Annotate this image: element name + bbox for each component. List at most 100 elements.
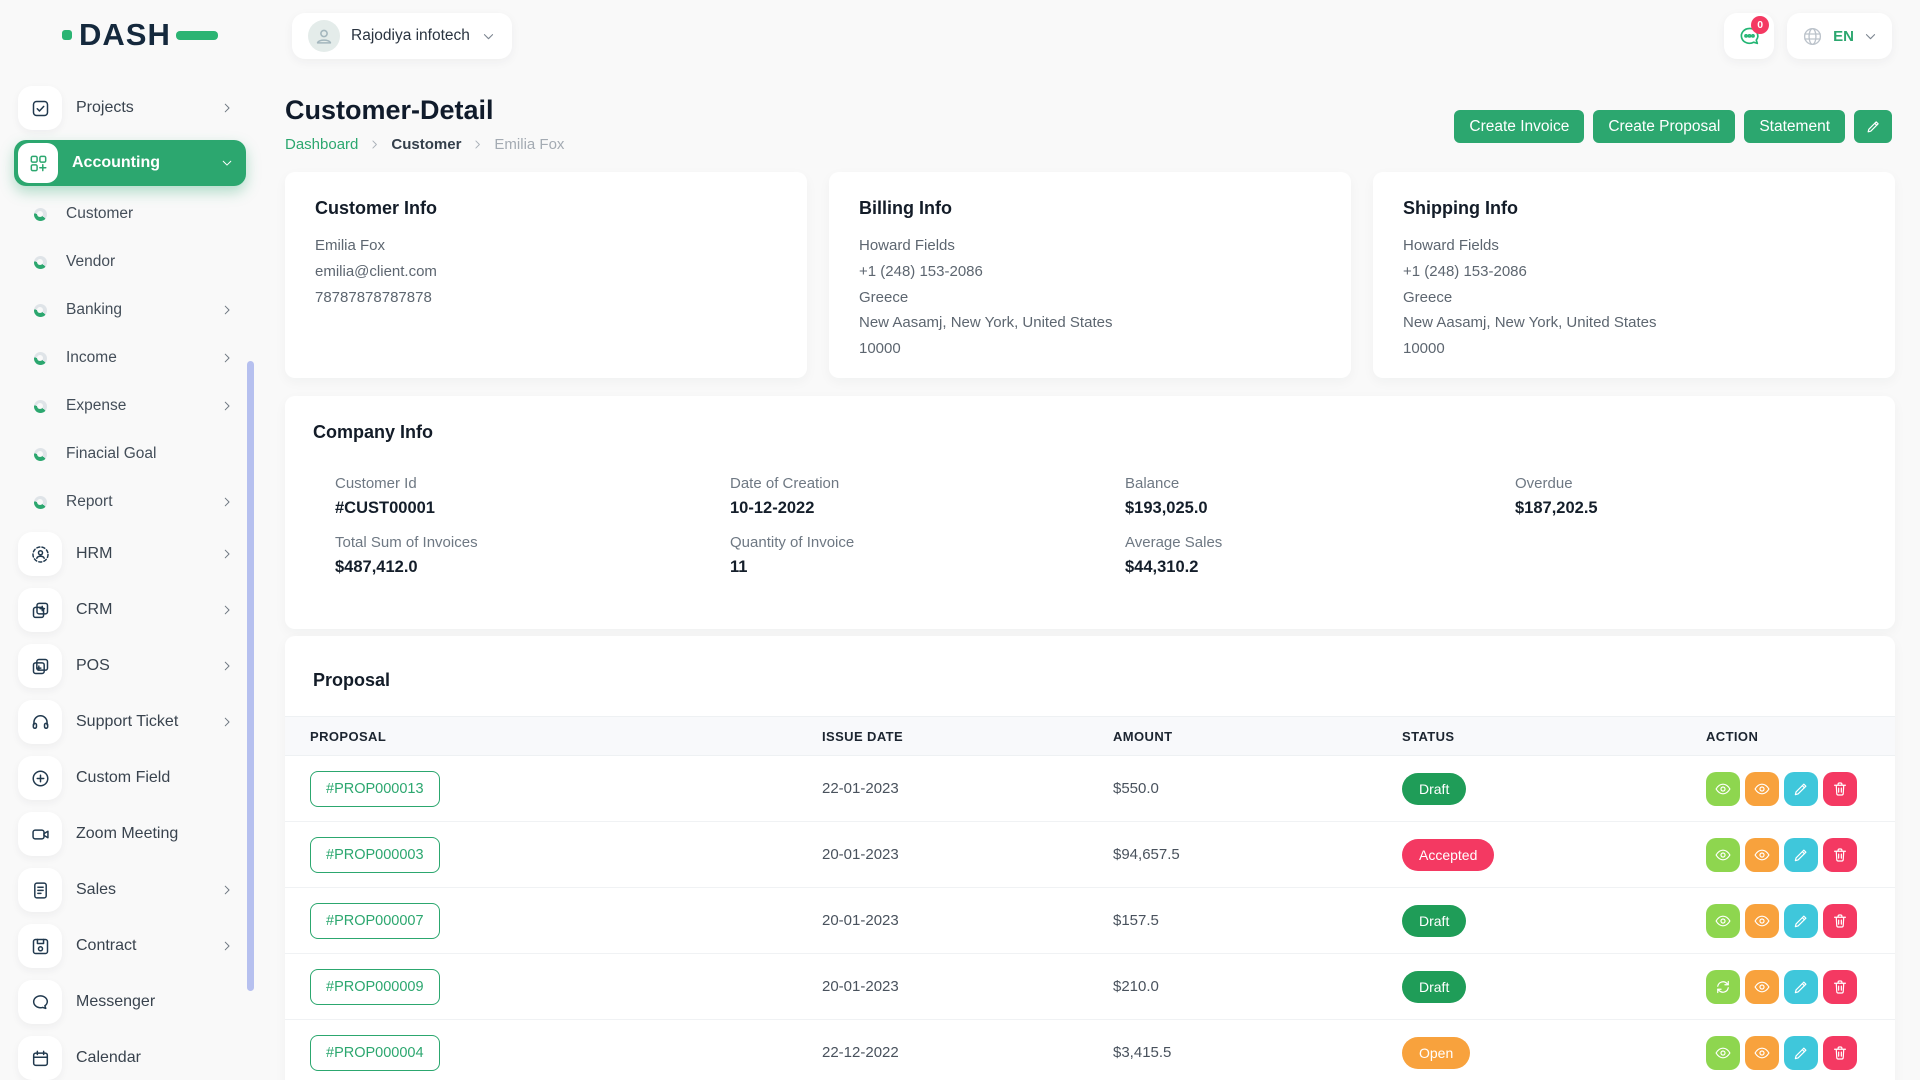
- preview-button[interactable]: [1745, 970, 1779, 1004]
- plus-circle-icon: [18, 756, 62, 800]
- sidebar-subitem-expense[interactable]: Expense: [14, 386, 246, 426]
- sidebar-subitem-vendor[interactable]: Vendor: [14, 242, 246, 282]
- sidebar-item-messenger[interactable]: Messenger: [14, 978, 246, 1026]
- delete-button[interactable]: [1823, 970, 1857, 1004]
- delete-button[interactable]: [1823, 838, 1857, 872]
- checkbox-icon: [18, 86, 62, 130]
- bullet-icon: [18, 496, 62, 509]
- chevron-right-icon: [220, 495, 234, 509]
- view-button[interactable]: [1706, 772, 1740, 806]
- chevron-right-icon: [368, 138, 381, 151]
- sidebar-item-hrm[interactable]: HRM: [14, 530, 246, 578]
- col-amount: AMOUNT: [1113, 729, 1402, 744]
- page-title: Customer-Detail: [285, 95, 494, 126]
- sidebar-item-zoom-meeting[interactable]: Zoom Meeting: [14, 810, 246, 858]
- create-proposal-button[interactable]: Create Proposal: [1593, 110, 1735, 143]
- sidebar-item-pos[interactable]: POS: [14, 642, 246, 690]
- bullet-icon: [18, 304, 62, 317]
- bullet-icon: [18, 256, 62, 269]
- breadcrumb: Dashboard Customer Emilia Fox: [285, 136, 564, 153]
- preview-button[interactable]: [1745, 838, 1779, 872]
- amount: $94,657.5: [1113, 846, 1402, 863]
- sidebar-scrollbar[interactable]: [247, 361, 254, 991]
- logo-text: DASH: [79, 17, 171, 53]
- delete-button[interactable]: [1823, 904, 1857, 938]
- shipping-info-card: Shipping Info Howard Fields +1 (248) 153…: [1373, 172, 1895, 378]
- sidebar-item-label: HRM: [76, 545, 112, 563]
- edit-button[interactable]: [1784, 772, 1818, 806]
- company-selector[interactable]: Rajodiya infotech: [292, 13, 512, 59]
- edit-button[interactable]: [1784, 1036, 1818, 1070]
- edit-button[interactable]: [1784, 904, 1818, 938]
- sidebar-subitem-income[interactable]: Income: [14, 338, 246, 378]
- eye-icon: [1753, 846, 1771, 864]
- sidebar-item-projects[interactable]: Projects: [14, 84, 246, 132]
- bullet-icon: [18, 448, 62, 461]
- field-balance: Balance $193,025.0: [1125, 475, 1515, 518]
- proposal-link[interactable]: #PROP000004: [310, 1035, 440, 1071]
- breadcrumb-customer[interactable]: Customer: [391, 136, 461, 153]
- sidebar-subitem-label: Vendor: [66, 253, 115, 271]
- edit-button[interactable]: [1784, 838, 1818, 872]
- breadcrumb-current: Emilia Fox: [494, 136, 564, 153]
- eye-icon: [1714, 1044, 1732, 1062]
- sidebar-item-label: Contract: [76, 937, 136, 955]
- edit-customer-button[interactable]: [1854, 110, 1892, 143]
- sidebar-subitem-report[interactable]: Report: [14, 482, 246, 522]
- preview-button[interactable]: [1745, 1036, 1779, 1070]
- proposal-link[interactable]: #PROP000009: [310, 969, 440, 1005]
- issue-date: 22-01-2023: [822, 780, 1113, 797]
- create-invoice-button[interactable]: Create Invoice: [1454, 110, 1584, 143]
- sidebar-item-contract[interactable]: Contract: [14, 922, 246, 970]
- sidebar-subitem-finacial-goal[interactable]: Finacial Goal: [14, 434, 246, 474]
- table-row: #PROP000013 22-01-2023 $550.0 Draft: [285, 756, 1895, 822]
- proposal-link[interactable]: #PROP000007: [310, 903, 440, 939]
- preview-button[interactable]: [1745, 772, 1779, 806]
- delete-button[interactable]: [1823, 1036, 1857, 1070]
- chevron-right-icon: [220, 603, 234, 617]
- convert-button[interactable]: [1706, 970, 1740, 1004]
- sidebar-subitem-banking[interactable]: Banking: [14, 290, 246, 330]
- trash-icon: [1831, 780, 1849, 798]
- statement-button[interactable]: Statement: [1744, 110, 1845, 143]
- pencil-icon: [1865, 118, 1882, 135]
- sidebar-item-crm[interactable]: CRM: [14, 586, 246, 634]
- notifications-button[interactable]: 0: [1724, 13, 1774, 59]
- globe-icon: [1801, 25, 1824, 48]
- status-badge: Draft: [1402, 905, 1466, 937]
- sidebar-item-sales[interactable]: Sales: [14, 866, 246, 914]
- headset-icon: [18, 700, 62, 744]
- sidebar-subitem-customer[interactable]: Customer: [14, 194, 246, 234]
- preview-button[interactable]: [1745, 904, 1779, 938]
- calendar-icon: [18, 1036, 62, 1080]
- sidebar-item-custom-field[interactable]: Custom Field: [14, 754, 246, 802]
- breadcrumb-dashboard[interactable]: Dashboard: [285, 136, 358, 153]
- field-overdue: Overdue $187,202.5: [1515, 475, 1867, 518]
- delete-button[interactable]: [1823, 772, 1857, 806]
- sidebar-item-accounting[interactable]: Accounting: [14, 140, 246, 186]
- field-date-of-creation: Date of Creation 10-12-2022: [730, 475, 1125, 518]
- proposal-link[interactable]: #PROP000013: [310, 771, 440, 807]
- table-header-row: PROPOSAL ISSUE DATE AMOUNT STATUS ACTION: [285, 716, 1895, 756]
- col-status: STATUS: [1402, 729, 1706, 744]
- chevron-right-icon: [220, 547, 234, 561]
- field-average-sales: Average Sales $44,310.2: [1125, 534, 1515, 577]
- chevron-right-icon: [471, 138, 484, 151]
- sidebar-item-support-ticket[interactable]: Support Ticket: [14, 698, 246, 746]
- col-issue-date: ISSUE DATE: [822, 729, 1113, 744]
- billing-info-card: Billing Info Howard Fields +1 (248) 153-…: [829, 172, 1351, 378]
- sidebar-item-calendar[interactable]: Calendar: [14, 1034, 246, 1080]
- shipping-name: Howard Fields: [1403, 233, 1865, 259]
- eye-icon: [1753, 1044, 1771, 1062]
- shipping-phone: +1 (248) 153-2086: [1403, 259, 1865, 285]
- sidebar-subitem-label: Income: [66, 349, 117, 367]
- card-title: Shipping Info: [1403, 198, 1865, 219]
- app-logo[interactable]: DASH: [62, 17, 218, 53]
- proposal-table: PROPOSAL ISSUE DATE AMOUNT STATUS ACTION…: [285, 716, 1895, 1080]
- proposal-link[interactable]: #PROP000003: [310, 837, 440, 873]
- view-button[interactable]: [1706, 1036, 1740, 1070]
- view-button[interactable]: [1706, 904, 1740, 938]
- view-button[interactable]: [1706, 838, 1740, 872]
- edit-button[interactable]: [1784, 970, 1818, 1004]
- language-selector[interactable]: EN: [1787, 13, 1892, 59]
